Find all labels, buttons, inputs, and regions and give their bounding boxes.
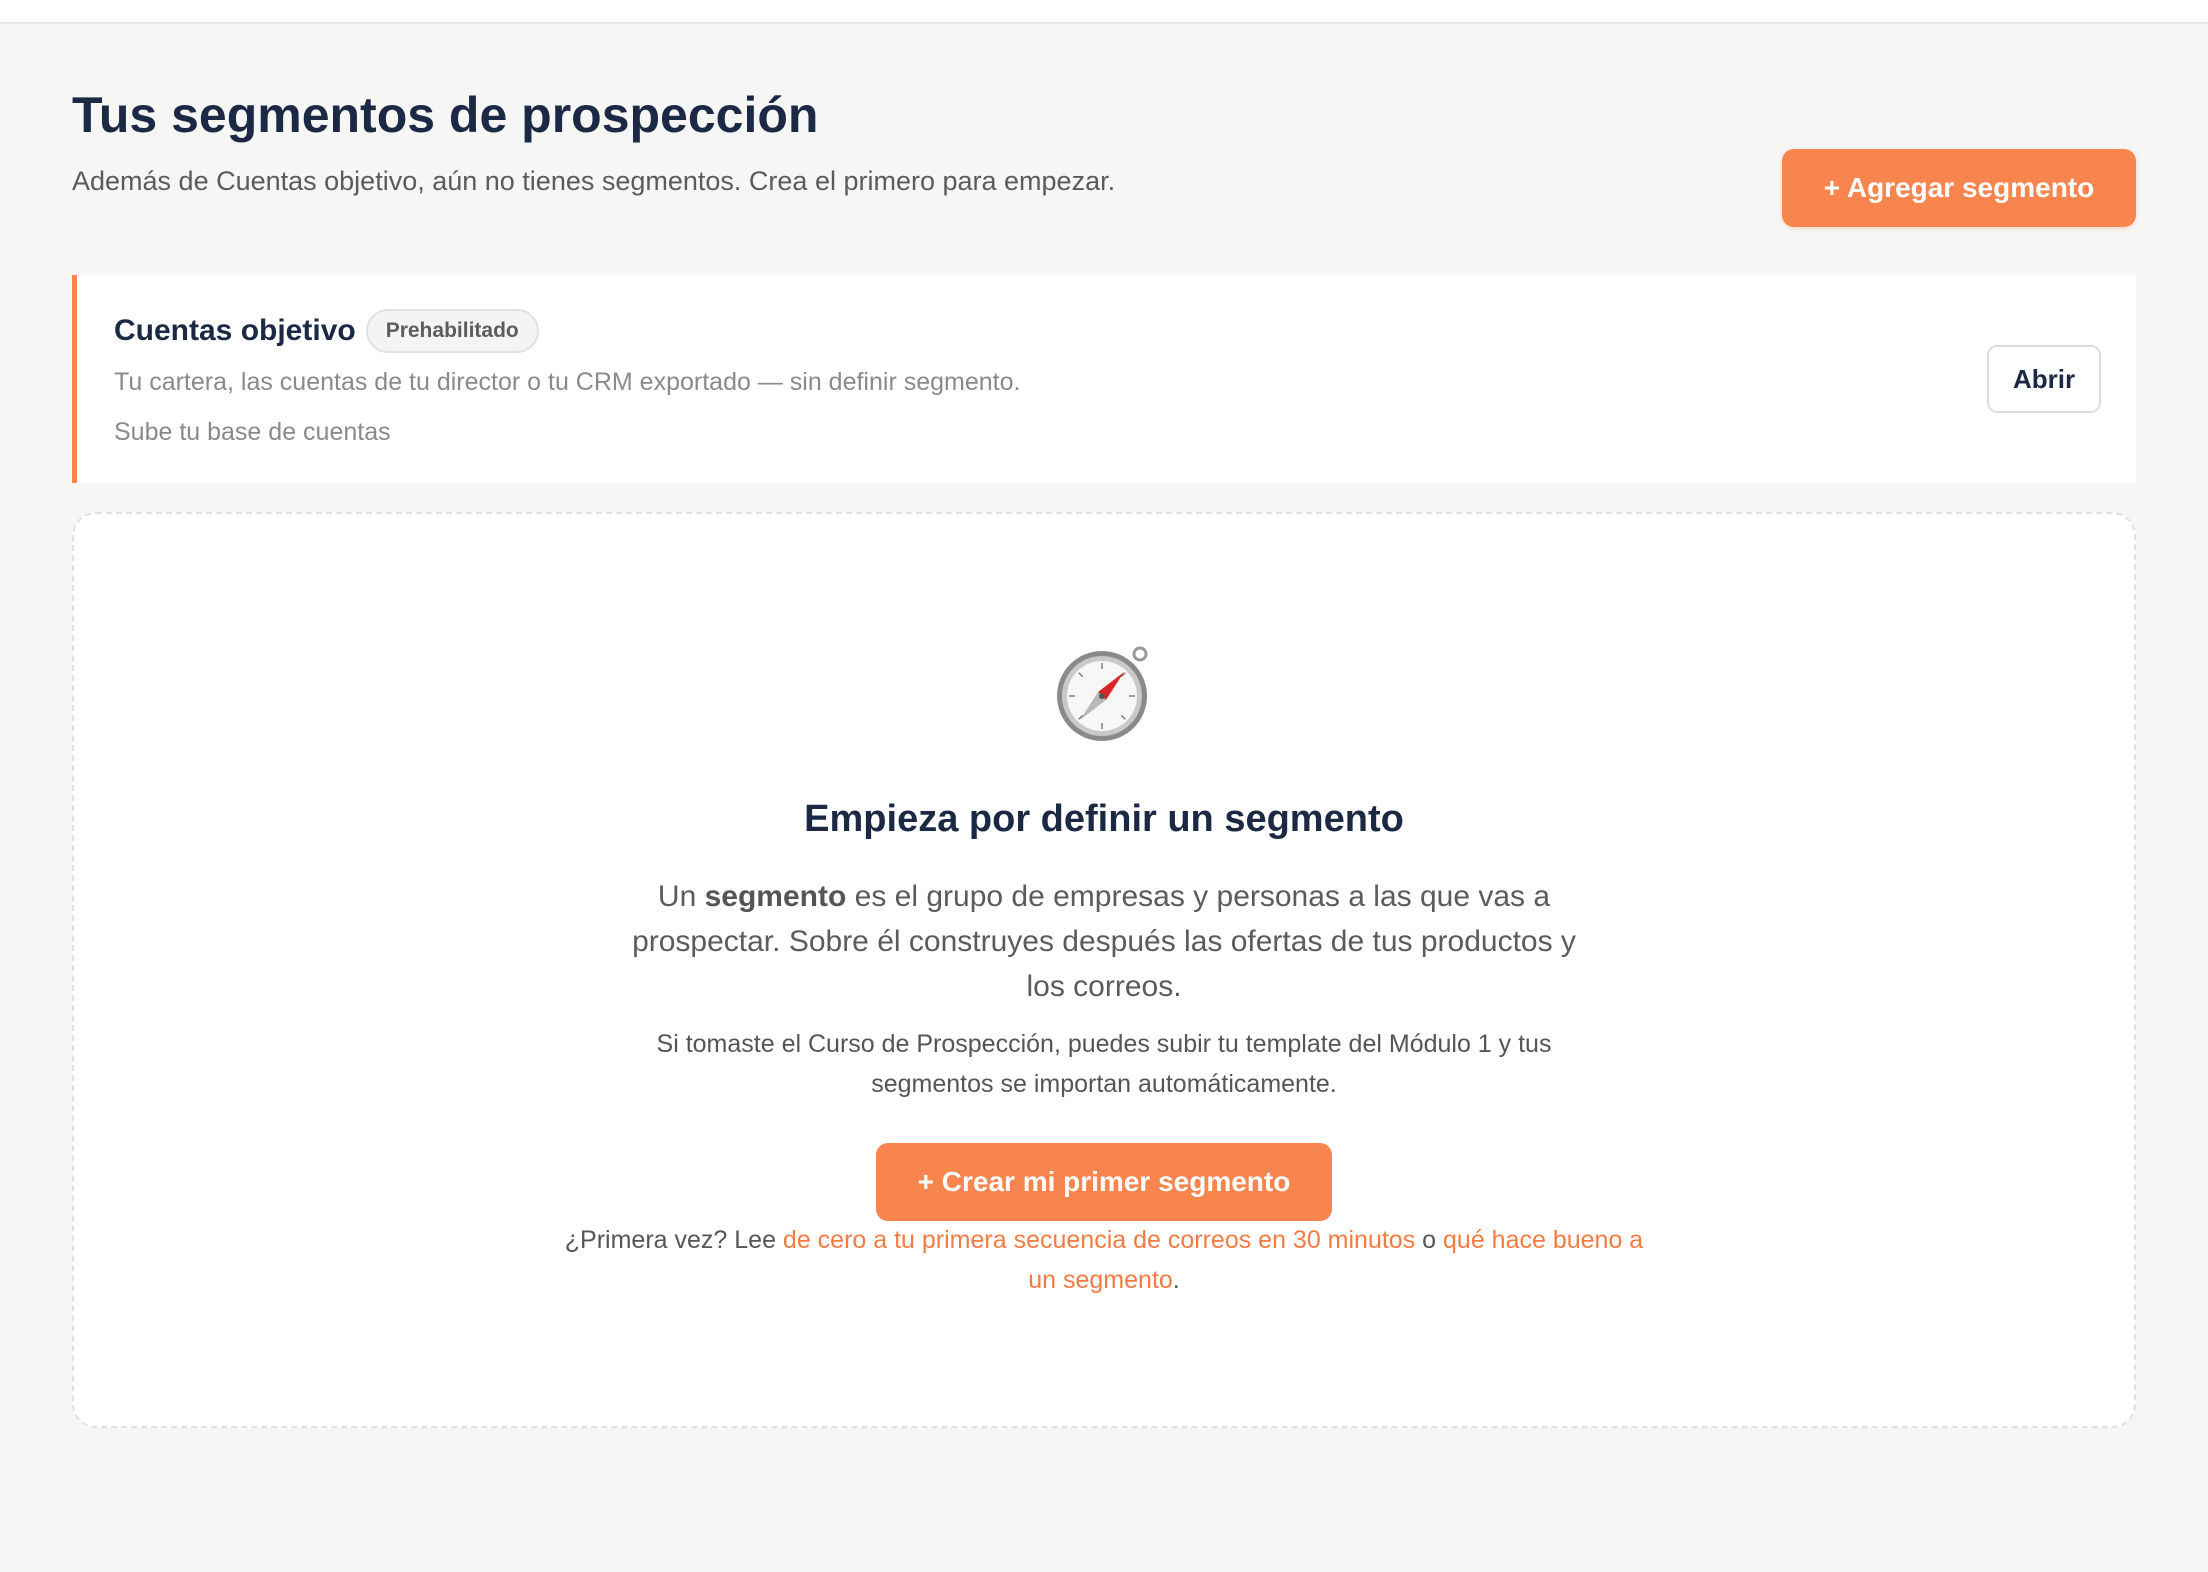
top-bar — [0, 0, 2208, 24]
add-segment-button[interactable]: + Agregar segmento — [1782, 149, 2136, 227]
empty-state-description: Un segmento es el grupo de empresas y pe… — [610, 874, 1598, 1009]
target-accounts-title: Cuentas objetivo — [114, 314, 356, 347]
target-accounts-card: Cuentas objetivo Prehabilitado Tu carter… — [72, 275, 2136, 483]
guide-link-first-sequence[interactable]: de cero a tu primera secuencia de correo… — [783, 1226, 1415, 1254]
page-title: Tus segmentos de prospección — [72, 87, 819, 143]
open-button[interactable]: Abrir — [1987, 345, 2101, 413]
empty-state-note: Si tomaste el Curso de Prospección, pued… — [656, 1030, 1552, 1098]
target-accounts-description: Tu cartera, las cuentas de tu director o… — [114, 368, 1021, 396]
page-subtitle: Además de Cuentas objetivo, aún no tiene… — [72, 166, 1116, 196]
target-accounts-upload-text: Sube tu base de cuentas — [114, 418, 391, 446]
create-first-segment-button[interactable]: + Crear mi primer segmento — [876, 1143, 1332, 1221]
help-text-middle: o — [1415, 1226, 1444, 1254]
help-text-prefix: ¿Primera vez? Lee — [564, 1226, 783, 1254]
help-text: ¿Primera vez? Lee de cero a tu primera s… — [560, 1220, 1648, 1300]
status-badge: Prehabilitado — [365, 309, 539, 353]
target-accounts-title-row: Cuentas objetivo Prehabilitado — [114, 309, 539, 353]
compass-icon — [1057, 646, 1148, 741]
empty-state-description-prefix: Un — [657, 880, 705, 913]
help-text-suffix: . — [1172, 1266, 1180, 1294]
segment-term: segmento — [704, 880, 847, 913]
empty-state-title: Empieza por definir un segmento — [804, 798, 1404, 840]
